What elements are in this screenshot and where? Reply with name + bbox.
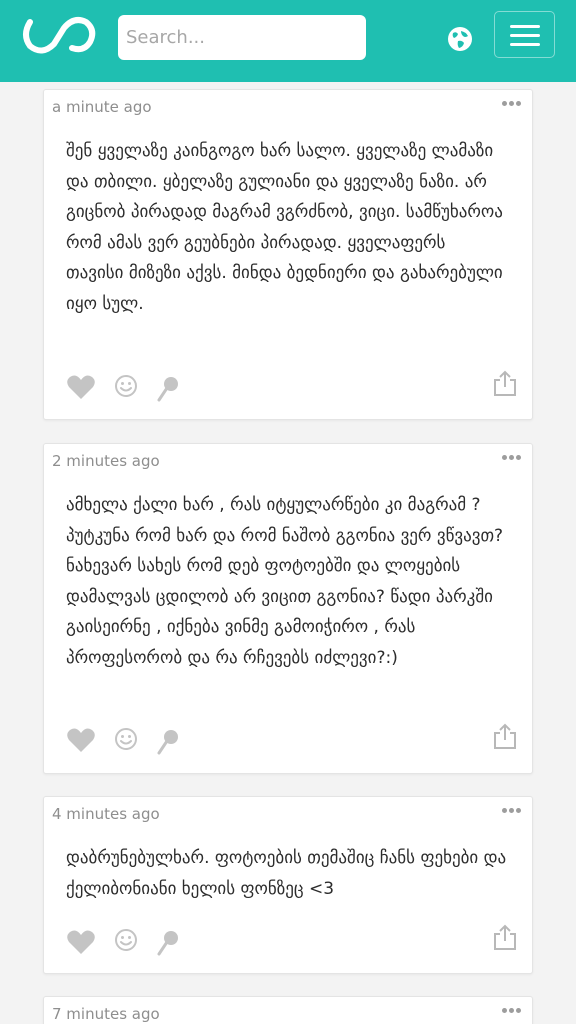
search-input[interactable] <box>118 15 366 60</box>
heart-icon[interactable] <box>66 929 96 955</box>
comment-card: 2 minutes ago ამხელა ქალი ხარ , რას იტყუ… <box>43 443 533 774</box>
heart-icon[interactable] <box>66 727 96 753</box>
more-options-icon[interactable] <box>502 808 522 814</box>
comment-card: 7 minutes ago <box>43 996 533 1024</box>
heart-icon[interactable] <box>66 374 96 400</box>
comment-text: ამხელა ქალი ხარ , რას იტყულარწები კი მაგ… <box>66 495 504 668</box>
more-options-icon[interactable] <box>502 455 522 461</box>
smiley-icon[interactable] <box>114 928 138 952</box>
comment-time: 7 minutes ago <box>52 1005 160 1023</box>
comment-time: 2 minutes ago <box>52 452 160 470</box>
smiley-icon[interactable] <box>114 727 138 751</box>
more-options-icon[interactable] <box>502 1008 522 1014</box>
share-icon[interactable] <box>494 370 516 396</box>
hamburger-menu-button[interactable] <box>494 11 555 58</box>
comment-time: a minute ago <box>52 98 152 116</box>
pin-icon[interactable] <box>156 374 180 402</box>
pin-icon[interactable] <box>156 928 180 956</box>
comment-card: 4 minutes ago დაბრუნებულხარ. ფოტოების თე… <box>43 796 533 974</box>
more-options-icon[interactable] <box>502 101 522 107</box>
share-icon[interactable] <box>494 723 516 749</box>
comment-text: დაბრუნებულხარ. ფოტოების თემაშიც ჩანს ფეხ… <box>66 848 507 899</box>
comment-time: 4 minutes ago <box>52 805 160 823</box>
infinity-logo-icon[interactable] <box>20 14 98 56</box>
comment-card: a minute ago შენ ყველაზე კაინგოგო ხარ სა… <box>43 89 533 420</box>
top-bar <box>0 0 576 82</box>
hamburger-menu-icon <box>510 25 540 28</box>
share-icon[interactable] <box>494 924 516 950</box>
globe-icon[interactable] <box>447 26 473 52</box>
smiley-icon[interactable] <box>114 374 138 398</box>
comment-text: შენ ყველაზე კაინგოგო ხარ სალო. ყველაზე ლ… <box>66 141 503 314</box>
pin-icon[interactable] <box>156 727 180 755</box>
